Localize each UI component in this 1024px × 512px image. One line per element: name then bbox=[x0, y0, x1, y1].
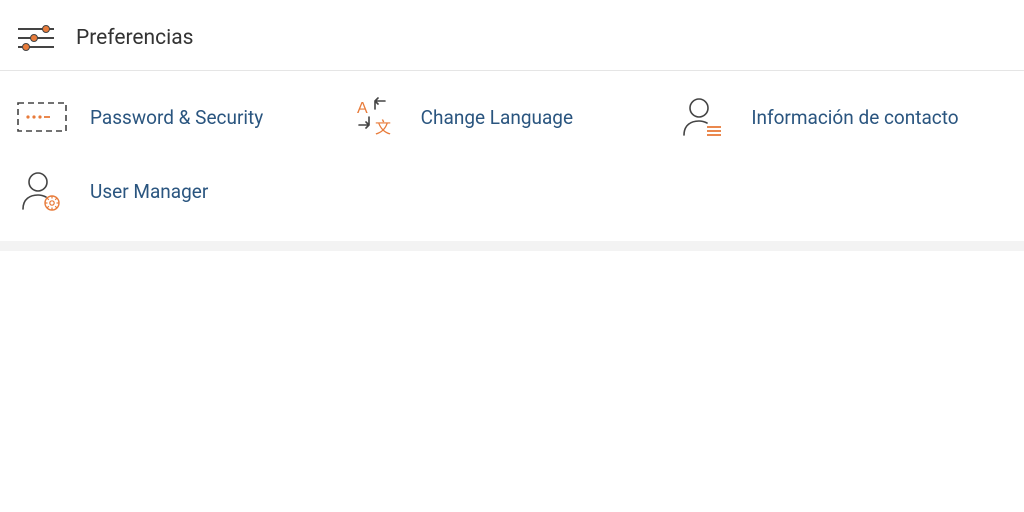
svg-text:A: A bbox=[357, 100, 368, 117]
change-language-icon: A 文 bbox=[347, 95, 399, 139]
password-security-icon bbox=[16, 95, 68, 139]
item-label: Change Language bbox=[421, 106, 573, 129]
user-manager-icon bbox=[16, 169, 68, 213]
preferences-sliders-icon bbox=[16, 24, 56, 52]
item-contact-info[interactable]: Información de contacto bbox=[677, 95, 1008, 139]
item-password-security[interactable]: Password & Security bbox=[16, 95, 347, 139]
section-title: Preferencias bbox=[76, 26, 194, 50]
item-change-language[interactable]: A 文 Change Language bbox=[347, 95, 678, 139]
svg-text:文: 文 bbox=[375, 119, 391, 137]
preferences-panel: Password & Security A 文 Change Language … bbox=[0, 71, 1024, 251]
contact-info-icon bbox=[677, 95, 729, 139]
item-label: User Manager bbox=[90, 180, 208, 203]
item-user-manager[interactable]: User Manager bbox=[16, 169, 347, 213]
item-label: Información de contacto bbox=[751, 106, 958, 129]
section-header: Preferencias bbox=[0, 0, 1024, 71]
item-label: Password & Security bbox=[90, 106, 263, 129]
